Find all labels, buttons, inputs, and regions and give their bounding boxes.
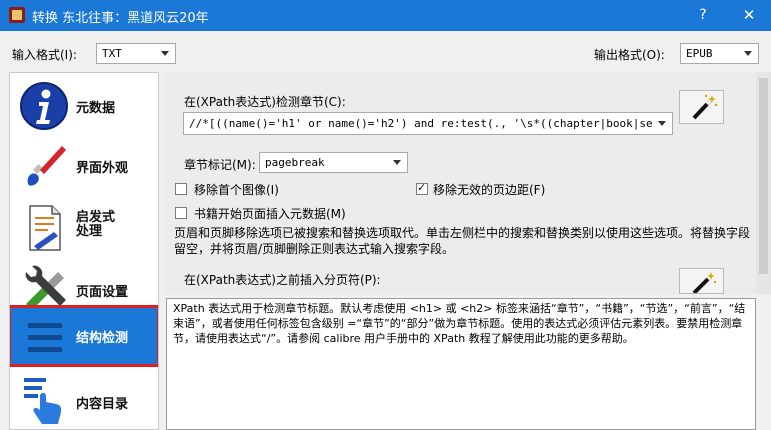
insert-metadata-checkbox[interactable] [175, 207, 187, 219]
options-scrollbar[interactable] [756, 72, 771, 294]
chapter-mark-select[interactable]: pagebreak [259, 152, 408, 173]
magic-wand-icon [692, 272, 717, 295]
chevron-down-icon [658, 121, 666, 126]
sidebar-item-label: 结构检测 [76, 331, 129, 346]
sidebar-item-label: 界面外观 [76, 161, 129, 176]
xpath-chapter-input[interactable]: //*[((name()='h1' or name()='h2') and re… [183, 112, 673, 135]
help-text-box: XPath 表达式用于检测章节标题。默认考虑使用 <h1> 或 <h2> 标签来… [166, 298, 756, 430]
remove-first-image-label: 移除首个图像(I) [194, 183, 279, 197]
structure-detection-panel: 在(XPath表达式)检测章节(C): //*[((name()='h1' or… [165, 72, 771, 430]
info-icon [20, 82, 68, 130]
structure-icon [28, 323, 62, 352]
chapter-mark-label: 章节标记(M): [184, 158, 256, 172]
page-break-label: 在(XPath表达式)之前插入分页符(P): [184, 273, 381, 287]
chapter-mark-value: pagebreak [265, 156, 325, 169]
sidebar-item-label: 内容目录 [76, 397, 129, 412]
title-bar: 转换 东北往事：黑道风云20年 ? ✕ [0, 0, 771, 31]
page-break-wizard-button[interactable] [679, 268, 724, 295]
category-sidebar: 元数据 界面外观 启发式 处理 页面设置 结构检测 内容目录 [9, 72, 159, 430]
remove-fake-margins-label: 移除无效的页边距(F) [433, 183, 546, 197]
sidebar-item-structure-detection[interactable]: 结构检测 [10, 305, 158, 367]
scrollbar-thumb[interactable] [759, 78, 768, 274]
window-title: 转换 东北往事：黑道风云20年 [32, 11, 209, 26]
sidebar-item-label: 页面设置 [76, 285, 129, 300]
output-format-select[interactable]: EPUB [680, 43, 759, 64]
output-format-label: 输出格式(O): [594, 48, 665, 62]
remove-fake-margins-checkbox[interactable] [416, 181, 428, 195]
remove-first-image-checkbox[interactable] [175, 183, 187, 195]
insert-metadata-label: 书籍开始页面插入元数据(M) [194, 207, 346, 221]
chevron-down-icon [161, 51, 169, 56]
app-icon [9, 7, 25, 23]
sidebar-item-heuristics[interactable]: 启发式 处理 [10, 197, 158, 259]
input-format-label: 输入格式(I): [12, 48, 77, 62]
magic-wand-icon [692, 94, 718, 120]
help-button[interactable]: ? [681, 0, 725, 31]
chevron-down-icon [393, 160, 401, 165]
options-area: 在(XPath表达式)检测章节(C): //*[((name()='h1' or… [165, 72, 771, 295]
sidebar-item-table-of-contents[interactable]: 内容目录 [10, 367, 158, 429]
header-footer-note: 页眉和页脚移除选项已被搜索和替换选项取代。单击左侧栏中的搜索和替换类别以使用这些… [174, 226, 751, 256]
sidebar-item-metadata[interactable]: 元数据 [10, 75, 158, 137]
output-format-value: EPUB [686, 47, 713, 60]
xpath-chapter-label: 在(XPath表达式)检测章节(C): [184, 95, 346, 109]
toc-icon [24, 378, 62, 424]
xpath-wizard-button[interactable] [679, 90, 724, 124]
close-button[interactable]: ✕ [727, 0, 771, 31]
chevron-down-icon [744, 51, 752, 56]
sidebar-item-label: 元数据 [76, 101, 116, 116]
input-format-select[interactable]: TXT [96, 43, 176, 64]
paintbrush-icon [27, 146, 66, 186]
sidebar-item-look-and-feel[interactable]: 界面外观 [10, 135, 158, 197]
document-wand-icon [29, 205, 61, 251]
xpath-chapter-value: //*[((name()='h1' or name()='h2') and re… [189, 117, 673, 130]
input-format-value: TXT [102, 47, 122, 60]
sidebar-item-label: 启发式 处理 [76, 210, 116, 239]
